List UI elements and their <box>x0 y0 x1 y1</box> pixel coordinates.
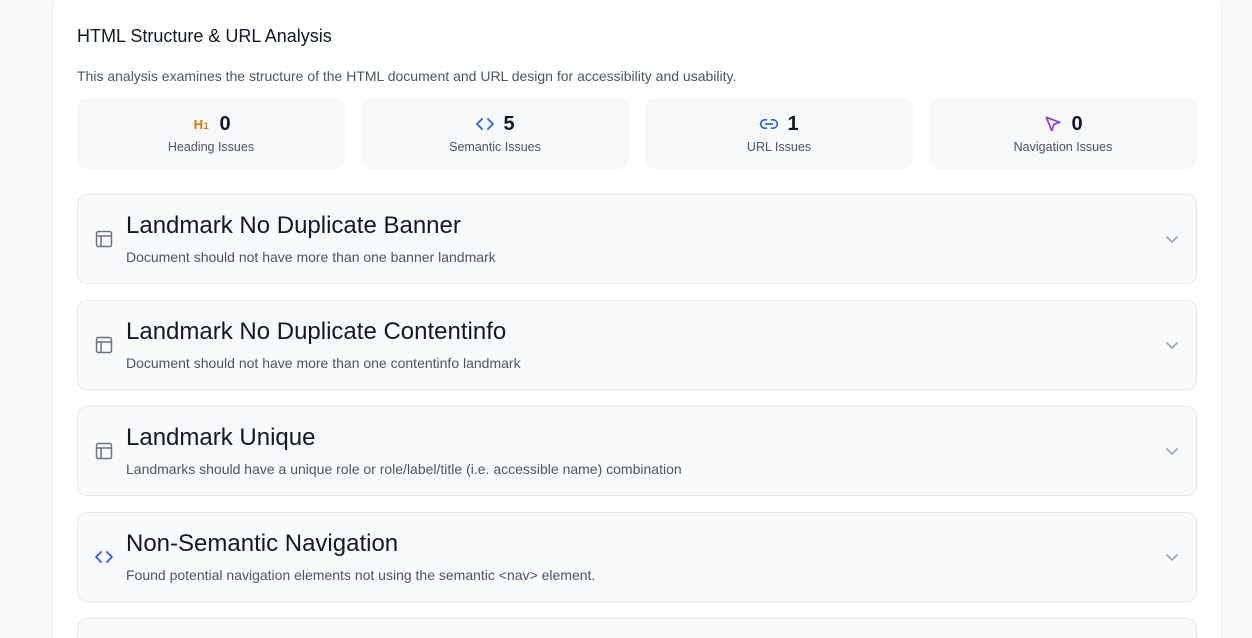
chevron-down-icon[interactable] <box>1164 443 1180 459</box>
issue-non-semantic-navigation[interactable]: Non-Semantic Navigation Found potential … <box>77 512 1197 602</box>
stat-label: Semantic Issues <box>449 140 541 154</box>
chevron-down-icon[interactable] <box>1164 549 1180 565</box>
issue-title: Non-Semantic Navigation <box>126 530 399 557</box>
layout-icon <box>94 229 114 249</box>
stat-label: Heading Issues <box>167 140 255 154</box>
code-icon <box>94 547 114 567</box>
section-description: This analysis examines the structure of … <box>77 68 737 84</box>
issue-title: Landmark No Duplicate Banner <box>126 212 461 239</box>
stats-row: H1 0 Heading Issues 5 Semantic Issues 1 … <box>77 98 1197 169</box>
stat-card-navigation: 0 Navigation Issues <box>929 98 1197 169</box>
issue-landmark-unique[interactable]: Landmark Unique Landmarks should have a … <box>77 406 1197 496</box>
issue-title: Landmark No Duplicate Contentinfo <box>126 318 507 345</box>
chevron-down-icon[interactable] <box>1164 337 1180 353</box>
stat-label: URL Issues <box>746 140 812 154</box>
code-icon <box>475 114 495 134</box>
issue-landmark-no-duplicate-contentinfo[interactable]: Landmark No Duplicate Contentinfo Docume… <box>77 300 1197 390</box>
stat-value: 0 <box>219 112 231 135</box>
issue-card-partial[interactable] <box>77 618 1197 638</box>
stat-card-heading: H1 0 Heading Issues <box>77 98 345 169</box>
issue-title: Landmark Unique <box>126 424 316 451</box>
stat-value: 1 <box>787 112 799 135</box>
link-icon <box>759 114 779 134</box>
heading-h1-icon: H1 <box>193 116 210 132</box>
issue-description: Found potential navigation elements not … <box>126 567 596 583</box>
chevron-down-icon[interactable] <box>1164 231 1180 247</box>
issue-description: Landmarks should have a unique role or r… <box>126 461 682 477</box>
stat-value: 5 <box>503 112 515 135</box>
stat-card-semantic: 5 Semantic Issues <box>361 98 629 169</box>
issue-description: Document should not have more than one c… <box>126 355 521 371</box>
issue-landmark-no-duplicate-banner[interactable]: Landmark No Duplicate Banner Document sh… <box>77 194 1197 284</box>
stat-label: Navigation Issues <box>1013 140 1113 154</box>
layout-icon <box>94 335 114 355</box>
stat-value: 0 <box>1071 112 1083 135</box>
section-title: HTML Structure & URL Analysis <box>77 26 332 46</box>
layout-icon <box>94 441 114 461</box>
stat-card-url: 1 URL Issues <box>645 98 913 169</box>
cursor-pointer-icon <box>1043 114 1063 134</box>
issue-description: Document should not have more than one b… <box>126 249 496 265</box>
